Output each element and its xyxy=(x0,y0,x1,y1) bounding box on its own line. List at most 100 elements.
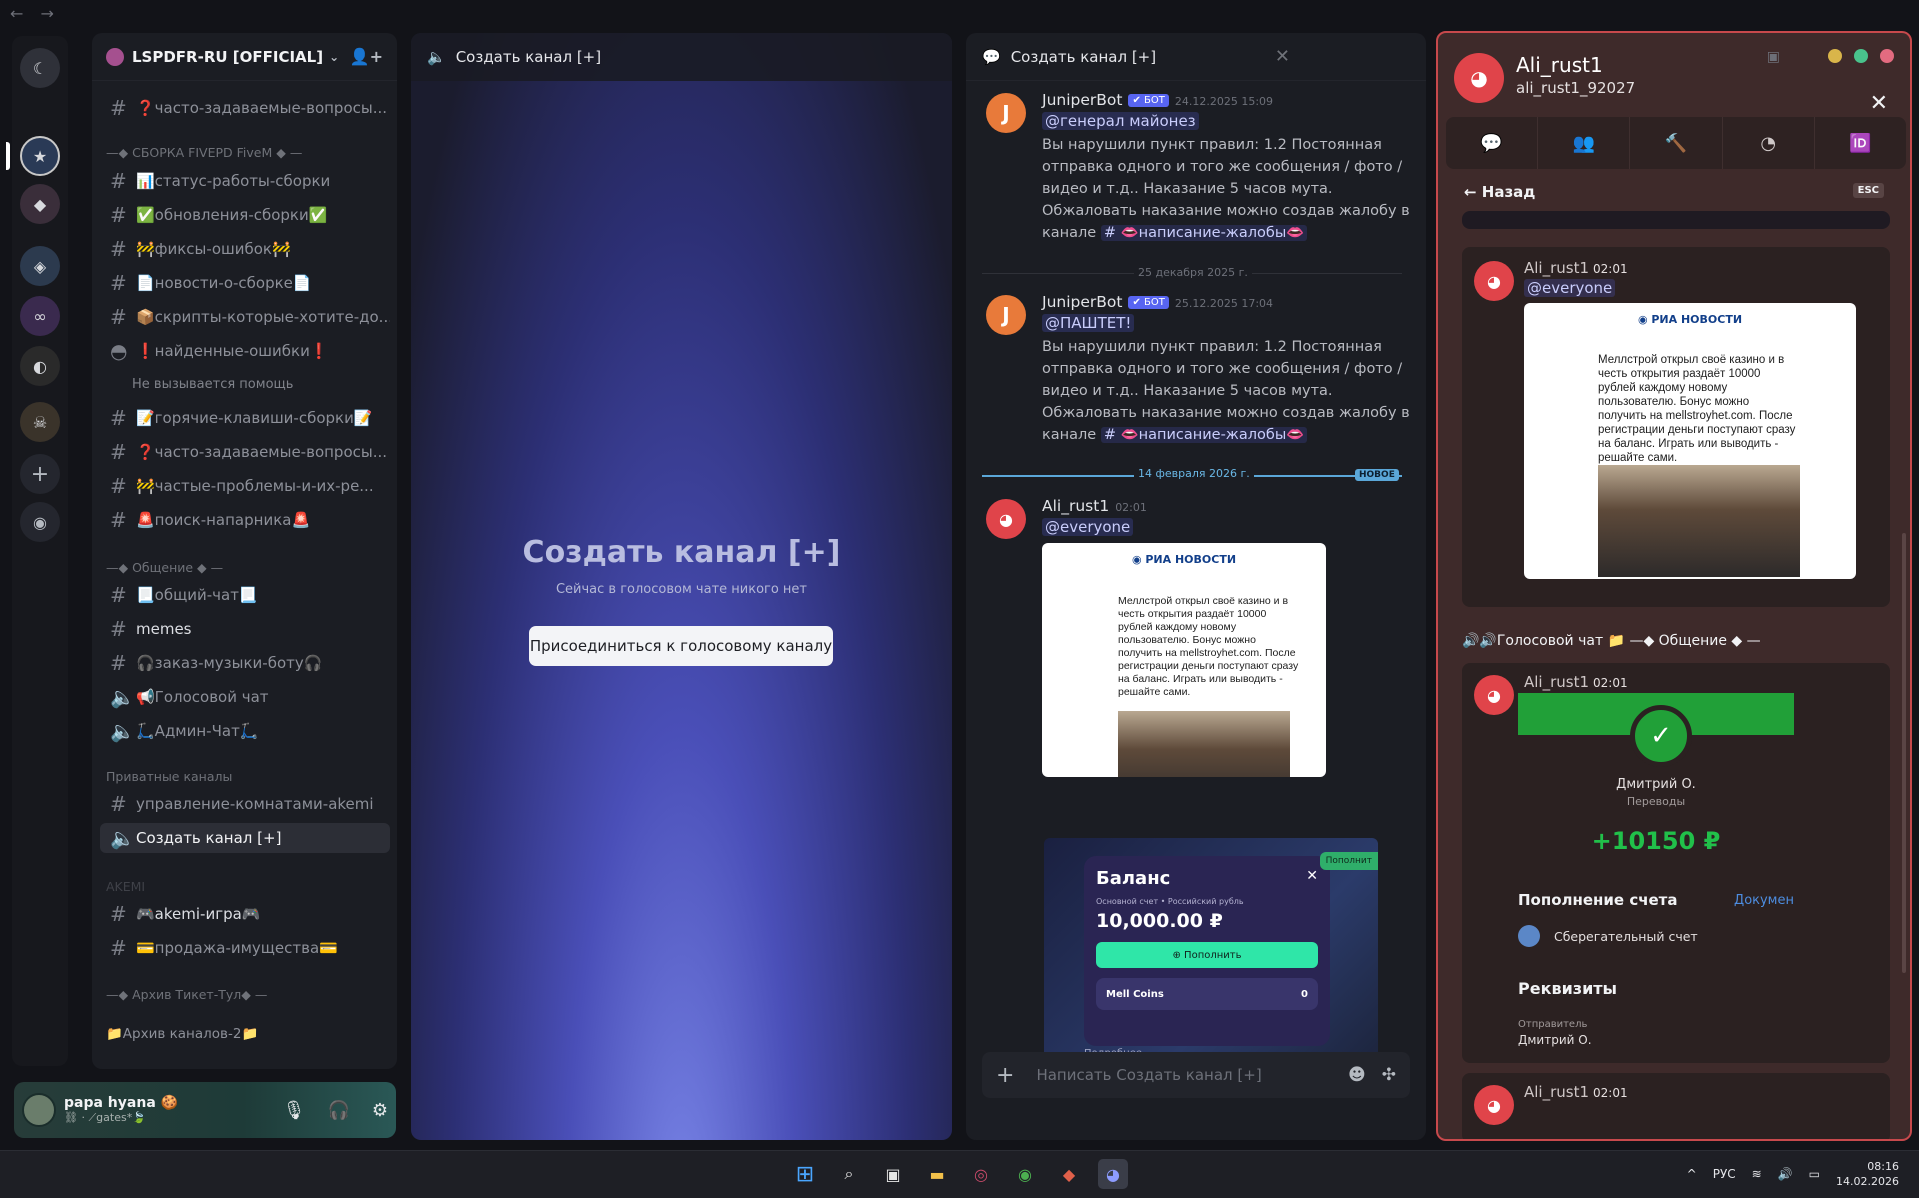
messages-tab-icon[interactable]: 💬 xyxy=(1446,117,1539,169)
voice-channel-item-active[interactable]: 🔈 Создать канал [+] xyxy=(100,823,390,853)
channel-item[interactable]: # 📄новости-о-сборке📄 xyxy=(100,268,390,298)
picture-in-picture-icon[interactable]: ▣ xyxy=(1767,49,1780,65)
add-server-icon[interactable]: + xyxy=(20,454,60,494)
server-folder-icon[interactable]: ◆ xyxy=(20,184,60,224)
category-header[interactable]: AKEMI xyxy=(106,879,145,894)
join-voice-button[interactable]: Присоединиться к голосовому каналу xyxy=(529,626,833,666)
server-folder-icon[interactable]: ◈ xyxy=(20,246,60,286)
add-attachment-icon[interactable]: + xyxy=(996,1063,1014,1088)
invite-people-icon[interactable]: 👤+ xyxy=(350,47,383,66)
bot-avatar[interactable]: J xyxy=(986,295,1026,335)
headphones-icon[interactable]: 🎧 xyxy=(327,1100,349,1121)
server-icon[interactable]: ☠ xyxy=(20,402,60,442)
channel-item[interactable]: # 💳продажа-имущества💳 xyxy=(100,933,390,963)
channel-item[interactable]: # 🎮akemi-игра🎮 xyxy=(100,899,390,929)
image-attachment[interactable]: Баланс ✕ Основной счет • Российский рубл… xyxy=(1044,838,1378,1084)
image-attachment[interactable]: ◉ РИА НОВОСТИ Меллстрой открыл своё кази… xyxy=(1042,543,1326,777)
maximize-button[interactable] xyxy=(1854,49,1868,63)
avatar[interactable]: ◕ xyxy=(986,499,1026,539)
server-folder-icon[interactable]: ∞ xyxy=(20,296,60,336)
channel-item[interactable]: # 📦скрипты-которые-хотите-до... xyxy=(100,302,390,332)
app-icon[interactable]: ◎ xyxy=(966,1159,996,1189)
message-input[interactable]: + Написать Создать канал [+] ☻ ✣ xyxy=(982,1052,1410,1098)
channel-item[interactable]: # 📊статус-работы-сборки xyxy=(100,166,390,196)
app-icon[interactable]: ◆ xyxy=(1054,1159,1084,1189)
volume-icon[interactable]: 🔊 xyxy=(1778,1167,1793,1181)
thread-item[interactable]: Не вызывается помощь xyxy=(132,377,293,392)
channel-item[interactable]: # ✅обновления-сборки✅ xyxy=(100,200,390,230)
back-button[interactable]: ← Назад xyxy=(1464,183,1535,201)
activity-tab-icon[interactable]: ◔ xyxy=(1723,117,1815,169)
bot-avatar[interactable]: J xyxy=(986,93,1026,133)
close-window-button[interactable] xyxy=(1880,49,1894,63)
everyone-mention[interactable]: @everyone xyxy=(1042,518,1134,536)
file-explorer-icon[interactable]: ▬ xyxy=(922,1159,952,1189)
message-author[interactable]: JuniperBot ✔ БОТ 24.12.2025 15:09 xyxy=(1042,91,1273,109)
channel-item[interactable]: # 🚨поиск-напарника🚨 xyxy=(100,505,390,535)
microphone-icon[interactable]: 🎙 xyxy=(283,1100,306,1121)
apps-icon[interactable]: ✣ xyxy=(1382,1065,1396,1085)
message-card[interactable]: ◕ Ali_rust1 02:01 xyxy=(1462,1073,1890,1139)
category-header[interactable]: —◆ СБОРКА FIVEPD FiveM ◆ — xyxy=(106,145,302,160)
message-author[interactable]: JuniperBot ✔ БОТ 25.12.2025 17:04 xyxy=(1042,293,1273,311)
minimize-button[interactable] xyxy=(1828,49,1842,63)
moderation-tab-icon[interactable]: 🔨 xyxy=(1630,117,1723,169)
category-header[interactable]: Приватные каналы xyxy=(106,769,232,784)
channel-item[interactable]: # 🚧частые-проблемы-и-их-ре... xyxy=(100,471,390,501)
chat-header-title: Создать канал [+] xyxy=(1010,47,1157,66)
close-icon[interactable]: ✕ xyxy=(1870,91,1888,116)
channel-item[interactable]: # ❓часто-задаваемые-вопросы... xyxy=(100,437,390,467)
channel-item[interactable]: # 🎧заказ-музыки-боту🎧 xyxy=(100,648,390,678)
hash-icon: # xyxy=(110,271,127,295)
category-header[interactable]: —◆ Архив Тикет-Тул◆ — xyxy=(106,987,267,1002)
server-icon[interactable]: ★ xyxy=(20,136,60,176)
emoji-icon[interactable]: ☻ xyxy=(1348,1065,1366,1085)
task-view-icon[interactable]: ▣ xyxy=(878,1159,908,1189)
forum-channel-item[interactable]: ◓ ❗найденные-ошибки❗ xyxy=(100,336,390,366)
voice-channel-item[interactable]: 🔈 📢Голосовой чат xyxy=(100,682,390,712)
search-icon[interactable]: ⌕ xyxy=(834,1159,864,1189)
direct-messages-icon[interactable]: ☾ xyxy=(20,48,60,88)
avatar: ◕ xyxy=(1474,261,1514,301)
discord-icon[interactable]: ◕ xyxy=(1098,1159,1128,1189)
clock[interactable]: 08:16 14.02.2026 xyxy=(1836,1159,1899,1189)
language-indicator[interactable]: РУС xyxy=(1713,1167,1736,1181)
explore-servers-icon[interactable]: ◉ xyxy=(20,502,60,542)
guild-header[interactable]: LSPDFR-RU [OFFICIAL] ⌄ 👤+ xyxy=(92,33,397,81)
channel-item[interactable]: # 📝горячие-клавиши-сборки📝 xyxy=(100,403,390,433)
profile-avatar[interactable]: ◕ xyxy=(1454,53,1504,103)
chrome-icon[interactable]: ◉ xyxy=(1010,1159,1040,1189)
voice-channel-context[interactable]: 🔊🔊Голосовой чат 📁 —◆ Общение ◆ — xyxy=(1462,633,1761,649)
bank-receipt-image[interactable]: ✓ Дмитрий О. Переводы +10150 ₽ Пополнени… xyxy=(1518,693,1794,1053)
channel-item[interactable]: # 📃общий-чат📃 xyxy=(100,580,390,610)
battery-icon[interactable]: ▭ xyxy=(1809,1167,1820,1181)
scrollbar[interactable] xyxy=(1902,533,1906,973)
avatar[interactable] xyxy=(22,1093,56,1127)
chevron-up-icon[interactable]: ^ xyxy=(1687,1167,1697,1181)
server-icon[interactable]: ◐ xyxy=(20,346,60,386)
category-header[interactable]: —◆ Общение ◆ — xyxy=(106,560,223,575)
user-mention[interactable]: @ПАШТЕТ! xyxy=(1042,314,1135,332)
channel-link[interactable]: # 👄написание-жалобы👄 xyxy=(1100,427,1308,443)
message-card[interactable]: ◕ Ali_rust1 02:01 @everyone ◉ РИА НОВОСТИ… xyxy=(1462,247,1890,607)
topup-button: ⊕ Пополнить xyxy=(1096,942,1318,968)
back-arrow-icon[interactable]: ← xyxy=(10,4,23,23)
wifi-icon[interactable]: ≋ xyxy=(1752,1167,1762,1181)
user-mention[interactable]: @генерал майонез xyxy=(1042,112,1199,130)
windows-start-icon[interactable]: ⊞ xyxy=(790,1159,820,1189)
friends-tab-icon[interactable]: 👥 xyxy=(1538,117,1631,169)
channel-item[interactable]: # 🚧фиксы-ошибок🚧 xyxy=(100,234,390,264)
voice-channel-item[interactable]: 🔈 🛴Админ-Чат🛴 xyxy=(100,716,390,746)
channel-item[interactable]: # memes xyxy=(100,614,390,644)
message-card xyxy=(1462,211,1890,229)
image-attachment[interactable]: ◉ РИА НОВОСТИ Меллстрой открыл своё кази… xyxy=(1524,303,1856,579)
category-header[interactable]: 📁Архив каналов-2📁 xyxy=(106,1026,258,1042)
message-author[interactable]: Ali_rust1 02:01 xyxy=(1042,497,1147,515)
close-icon[interactable]: ✕ xyxy=(1275,46,1290,67)
gear-icon[interactable]: ⚙ xyxy=(372,1100,388,1121)
channel-link[interactable]: # 👄написание-жалобы👄 xyxy=(1100,225,1308,241)
channel-item[interactable]: # управление-комнатами-akemi xyxy=(100,789,390,819)
channel-item[interactable]: # ❓часто-задаваемые-вопросы... xyxy=(100,93,390,123)
id-tab-icon[interactable]: 🆔 xyxy=(1815,117,1906,169)
forward-arrow-icon[interactable]: → xyxy=(41,4,54,23)
